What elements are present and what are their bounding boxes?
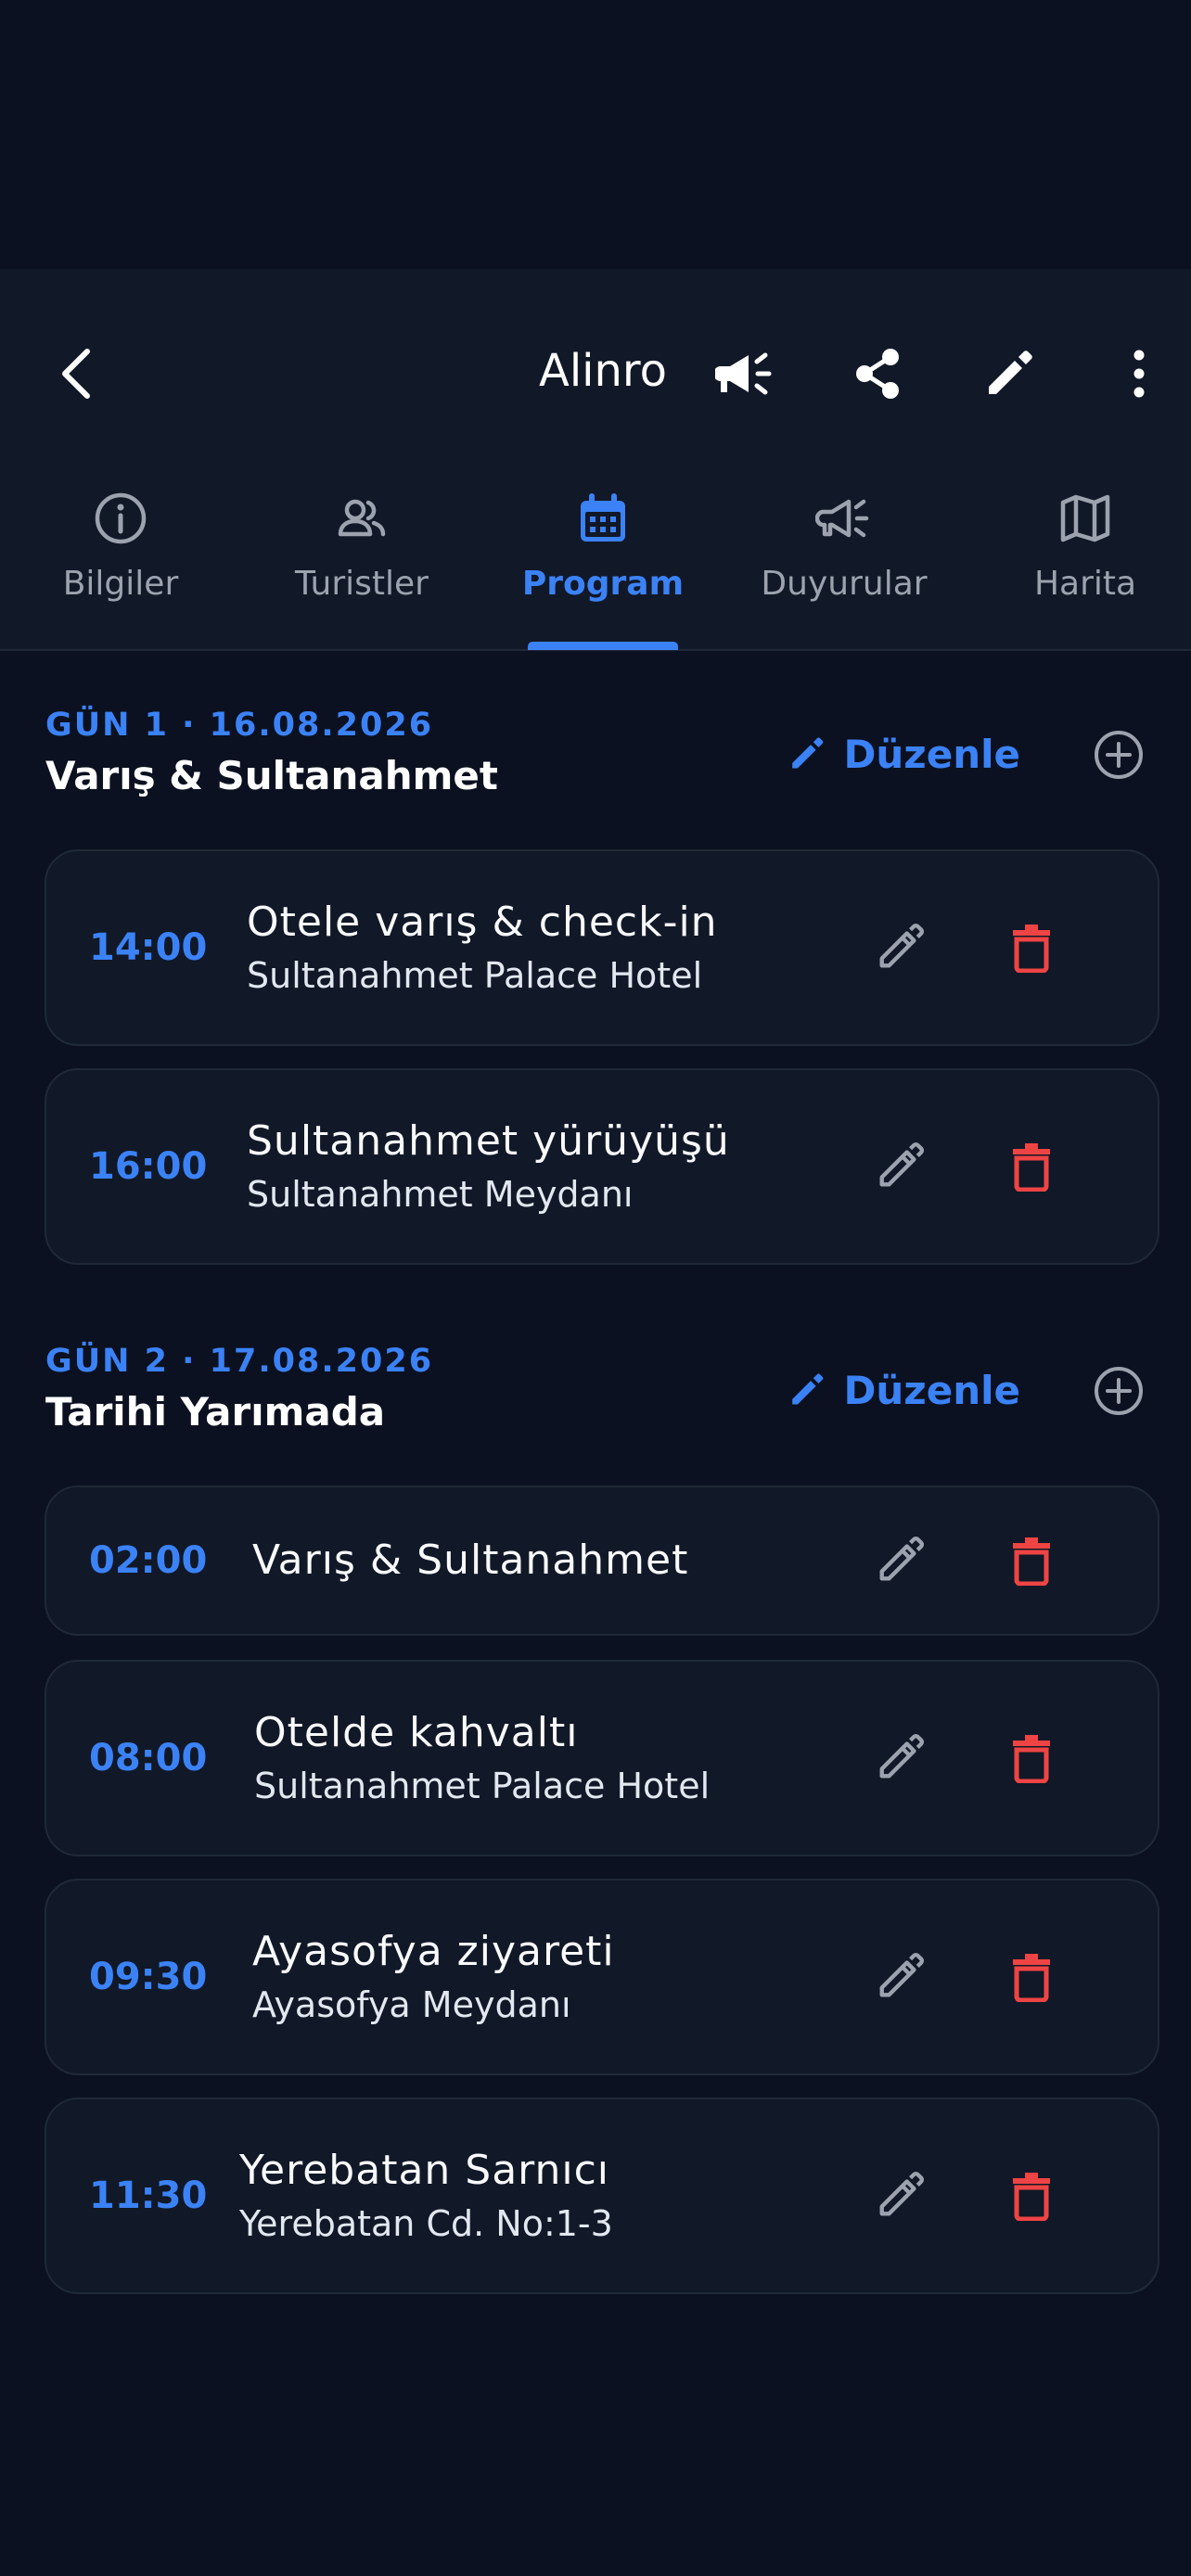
event-card[interactable]: 11:30 Yerebatan Sarnıcı Yerebatan Cd. No… [45,2098,1159,2294]
trash-icon [1013,2173,1050,2221]
trash-icon [1013,1537,1050,1586]
delete-event-button[interactable] [994,911,1069,985]
day-title: Tarihi Yarımada [45,1389,386,1435]
event-place: Ayasofya Meydanı [252,1984,571,2025]
tab-duyurular[interactable]: Duyurular [733,482,955,649]
edit-day-button[interactable]: Düzenle [788,1353,1020,1427]
event-card[interactable]: 02:00 Varış & Sultanahmet [45,1486,1159,1636]
event-time: 11:30 [89,2174,208,2217]
event-place: Yerebatan Cd. No:1-3 [239,2203,613,2244]
day-title: Varış & Sultanahmet [45,753,498,798]
map-icon [1060,494,1110,542]
event-time: 14:00 [89,926,208,969]
day-label: GÜN 2 · 17.08.2026 [45,1343,434,1380]
megaphone-icon [815,499,869,538]
edit-day-button[interactable]: Düzenle [788,717,1020,791]
tab-program[interactable]: Program [492,482,714,649]
edit-event-button[interactable] [863,1129,937,1204]
edit-event-button[interactable] [863,1524,937,1598]
edit-tour-button[interactable] [969,334,1049,414]
edit-event-button[interactable] [863,1940,937,2014]
announce-button[interactable] [705,334,785,414]
delete-event-button[interactable] [994,1129,1069,1204]
page-title: Alinro [539,345,667,397]
edit-event-button[interactable] [863,911,937,985]
event-card[interactable]: 16:00 Sultanahmet yürüyüşü Sultanahmet M… [45,1068,1159,1265]
pencil-outline-icon [879,1952,925,1997]
trash-icon [1013,1735,1050,1783]
people-icon [338,499,386,537]
pencil-icon [989,351,1032,394]
event-title: Sultanahmet yürüyüşü [247,1117,730,1165]
more-vertical-icon [1133,350,1145,398]
delete-event-button[interactable] [994,1524,1069,1598]
share-icon [856,349,899,399]
edit-event-button[interactable] [863,1721,937,1795]
pencil-outline-icon [879,923,925,968]
edit-day-label: Düzenle [843,1367,1020,1413]
event-time: 09:30 [89,1956,208,1998]
pencil-outline-icon [879,2171,925,2216]
pencil-outline-icon [879,1536,925,1581]
add-event-button[interactable] [1083,1356,1154,1426]
event-title: Otelde kahvaltı [254,1709,579,1756]
add-event-button[interactable] [1083,720,1154,790]
more-button[interactable] [1102,334,1176,414]
edit-event-button[interactable] [863,2159,937,2233]
calendar-icon [581,493,625,542]
tab-label: Program [521,565,685,603]
event-card[interactable]: 08:00 Otelde kahvaltı Sultanahmet Palace… [45,1660,1159,1856]
pencil-icon [792,737,824,769]
share-button[interactable] [838,334,917,414]
trash-icon [1013,1954,1050,2002]
pencil-outline-icon [879,1733,925,1779]
add-circle-icon [1095,1367,1143,1415]
tab-harita[interactable]: Harita [974,482,1191,649]
day-label: GÜN 1 · 16.08.2026 [45,707,434,744]
event-place: Sultanahmet Palace Hotel [254,1766,711,1806]
event-card[interactable]: 14:00 Otele varış & check-in Sultanahmet… [45,849,1159,1046]
pencil-icon [792,1373,824,1405]
add-circle-icon [1095,731,1143,779]
delete-event-button[interactable] [994,1940,1069,2014]
event-place: Sultanahmet Meydanı [247,1174,634,1215]
tab-label: Duyurular [761,565,928,603]
megaphone-icon [715,352,772,395]
trash-icon [1013,925,1050,973]
tab-label: Bilgiler [62,565,179,603]
event-time: 16:00 [89,1145,208,1188]
pencil-outline-icon [879,1141,925,1187]
tab-turistler[interactable]: Turistler [250,482,473,649]
back-button[interactable] [37,334,117,414]
delete-event-button[interactable] [994,1721,1069,1795]
back-arrow-icon [62,349,90,399]
delete-event-button[interactable] [994,2159,1069,2233]
info-icon [95,492,147,544]
tab-label: Turistler [295,565,429,603]
event-title: Varış & Sultanahmet [252,1537,689,1584]
tab-bilgiler[interactable]: Bilgiler [9,482,232,649]
event-title: Otele varış & check-in [247,899,718,946]
event-time: 02:00 [89,1539,208,1582]
event-card[interactable]: 09:30 Ayasofya ziyareti Ayasofya Meydanı [45,1879,1159,2075]
event-title: Yerebatan Sarnıcı [239,2147,610,2194]
event-title: Ayasofya ziyareti [252,1928,615,1975]
tab-label: Harita [1033,565,1137,603]
trash-icon [1013,1143,1050,1192]
edit-day-label: Düzenle [843,731,1020,777]
event-time: 08:00 [89,1737,208,1779]
event-place: Sultanahmet Palace Hotel [247,955,703,996]
active-tab-indicator [528,642,678,650]
